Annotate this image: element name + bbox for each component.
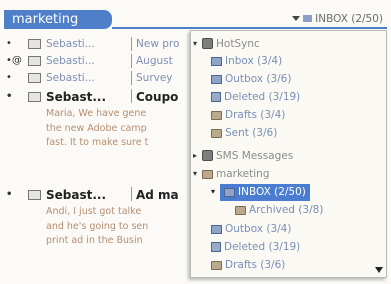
- folder-group-label: HotSync: [216, 38, 260, 50]
- drafts-icon: [211, 261, 222, 270]
- drafts-icon: [211, 111, 222, 120]
- envelope-icon: [28, 92, 41, 102]
- preview-line: Andi, I just got talke: [46, 206, 142, 217]
- folder-selector[interactable]: INBOX (2/50): [292, 11, 383, 27]
- folder-label: Sent (3/6): [225, 127, 278, 139]
- envelope-icon: [28, 56, 41, 66]
- collapse-icon: ▾: [193, 169, 198, 178]
- expand-icon: ▸: [193, 151, 198, 160]
- deleted-icon: [211, 92, 221, 102]
- message-row[interactable]: • Sebast... Coupo: [4, 88, 204, 106]
- collapse-icon: ▾: [211, 187, 216, 196]
- column-separator: [131, 89, 132, 103]
- folder-item[interactable]: Outbox (3/6): [211, 71, 291, 88]
- folder-item[interactable]: Outbox (3/4): [211, 221, 291, 238]
- preview-line: and he's going to sen: [46, 220, 149, 232]
- folder-item[interactable]: Inbox (3/4): [211, 53, 282, 70]
- message-row[interactable]: • Sebast... Ad ma: [4, 186, 204, 204]
- attachment-bullet-icon: •@: [6, 55, 22, 66]
- message-sender: Sebasti...: [46, 38, 95, 50]
- title-bar: marketing INBOX (2/50): [4, 10, 387, 30]
- preview-line: print ad in the Busin: [46, 235, 143, 246]
- folder-item[interactable]: Deleted (3/19): [211, 239, 300, 256]
- preview-line: Maria, We have gene: [46, 108, 147, 119]
- archive-icon: [235, 206, 246, 215]
- message-row[interactable]: •@ Sebasti... August: [4, 53, 204, 69]
- message-sender: Sebast...: [46, 90, 107, 104]
- folder-group-label: marketing: [216, 168, 270, 180]
- message-row[interactable]: • Sebasti... New pro: [4, 36, 204, 52]
- sms-icon: [202, 150, 213, 161]
- column-separator: [131, 71, 132, 85]
- message-sender: Sebasti...: [46, 72, 95, 84]
- selected-folder[interactable]: INBOX (2/50): [220, 184, 310, 201]
- folder-label: Drafts (3/6): [225, 259, 286, 271]
- folder-item[interactable]: Drafts (3/6): [211, 257, 285, 274]
- folder-label: Inbox (3/4): [225, 55, 283, 67]
- inbox-icon: [211, 57, 222, 66]
- sent-icon: [211, 129, 222, 138]
- inbox-icon: [224, 188, 235, 197]
- deleted-icon: [211, 242, 221, 252]
- folder-item-selected[interactable]: ▾ INBOX (2/50): [211, 183, 310, 201]
- message-sender: Sebast...: [46, 188, 107, 202]
- column-separator: [131, 37, 132, 51]
- message-preview: Maria, We have gene the new Adobe camp f…: [46, 107, 206, 151]
- envelope-icon: [28, 39, 41, 49]
- unread-bullet-icon: •: [6, 38, 12, 49]
- folder-group-account[interactable]: ▾ marketing: [193, 165, 270, 182]
- folder-item[interactable]: Deleted (3/19): [211, 89, 300, 106]
- folder-selector-label: INBOX (2/50): [315, 13, 383, 25]
- envelope-icon: [28, 190, 41, 200]
- folder-item[interactable]: Drafts (3/4): [211, 107, 285, 124]
- message-sender: Sebasti...: [46, 55, 95, 67]
- title-underline: [112, 27, 387, 29]
- hotsync-icon: [202, 38, 213, 49]
- folder-dropdown-menu: ▾ HotSync Inbox (3/4) Outbox (3/6) Delete…: [190, 30, 387, 278]
- column-separator: [131, 54, 132, 68]
- inbox-icon: [303, 15, 313, 22]
- column-separator: [131, 187, 132, 201]
- folder-group-hotsync[interactable]: ▾ HotSync: [193, 35, 260, 52]
- scroll-down-arrow-icon[interactable]: [375, 267, 383, 273]
- folder-label: Drafts (3/4): [225, 109, 286, 121]
- preview-line: the new Adobe camp: [46, 122, 147, 134]
- account-icon: [202, 170, 213, 179]
- message-preview: Andi, I just got talke and he's going to…: [46, 205, 206, 249]
- message-row[interactable]: • Sebasti... Survey: [4, 70, 204, 86]
- folder-label: INBOX (2/50): [238, 186, 306, 198]
- folder-label: Deleted (3/19): [224, 241, 301, 253]
- folder-item[interactable]: Sent (3/6): [211, 125, 277, 142]
- collapse-icon: ▾: [193, 39, 198, 48]
- app-title[interactable]: marketing: [4, 10, 112, 29]
- dropdown-arrow-icon: [292, 16, 301, 21]
- unread-bullet-icon: •: [6, 189, 13, 200]
- folder-label: Archived (3/8): [249, 204, 324, 216]
- envelope-icon: [28, 73, 41, 83]
- preview-line: fast. It to make sure t: [46, 137, 149, 148]
- folder-item[interactable]: Archived (3/8): [235, 202, 323, 219]
- folder-label: Outbox (3/4): [225, 223, 292, 235]
- message-list: • Sebasti... New pro •@ Sebasti... Augus…: [4, 36, 204, 280]
- folder-label: Outbox (3/6): [225, 73, 292, 85]
- outbox-icon: [211, 75, 222, 84]
- outbox-icon: [211, 225, 222, 234]
- folder-group-label: SMS Messages: [216, 150, 294, 162]
- folder-label: Deleted (3/19): [224, 91, 301, 103]
- folder-group-sms[interactable]: ▸ SMS Messages: [193, 147, 293, 164]
- unread-bullet-icon: •: [6, 91, 13, 102]
- unread-bullet-icon: •: [6, 72, 12, 83]
